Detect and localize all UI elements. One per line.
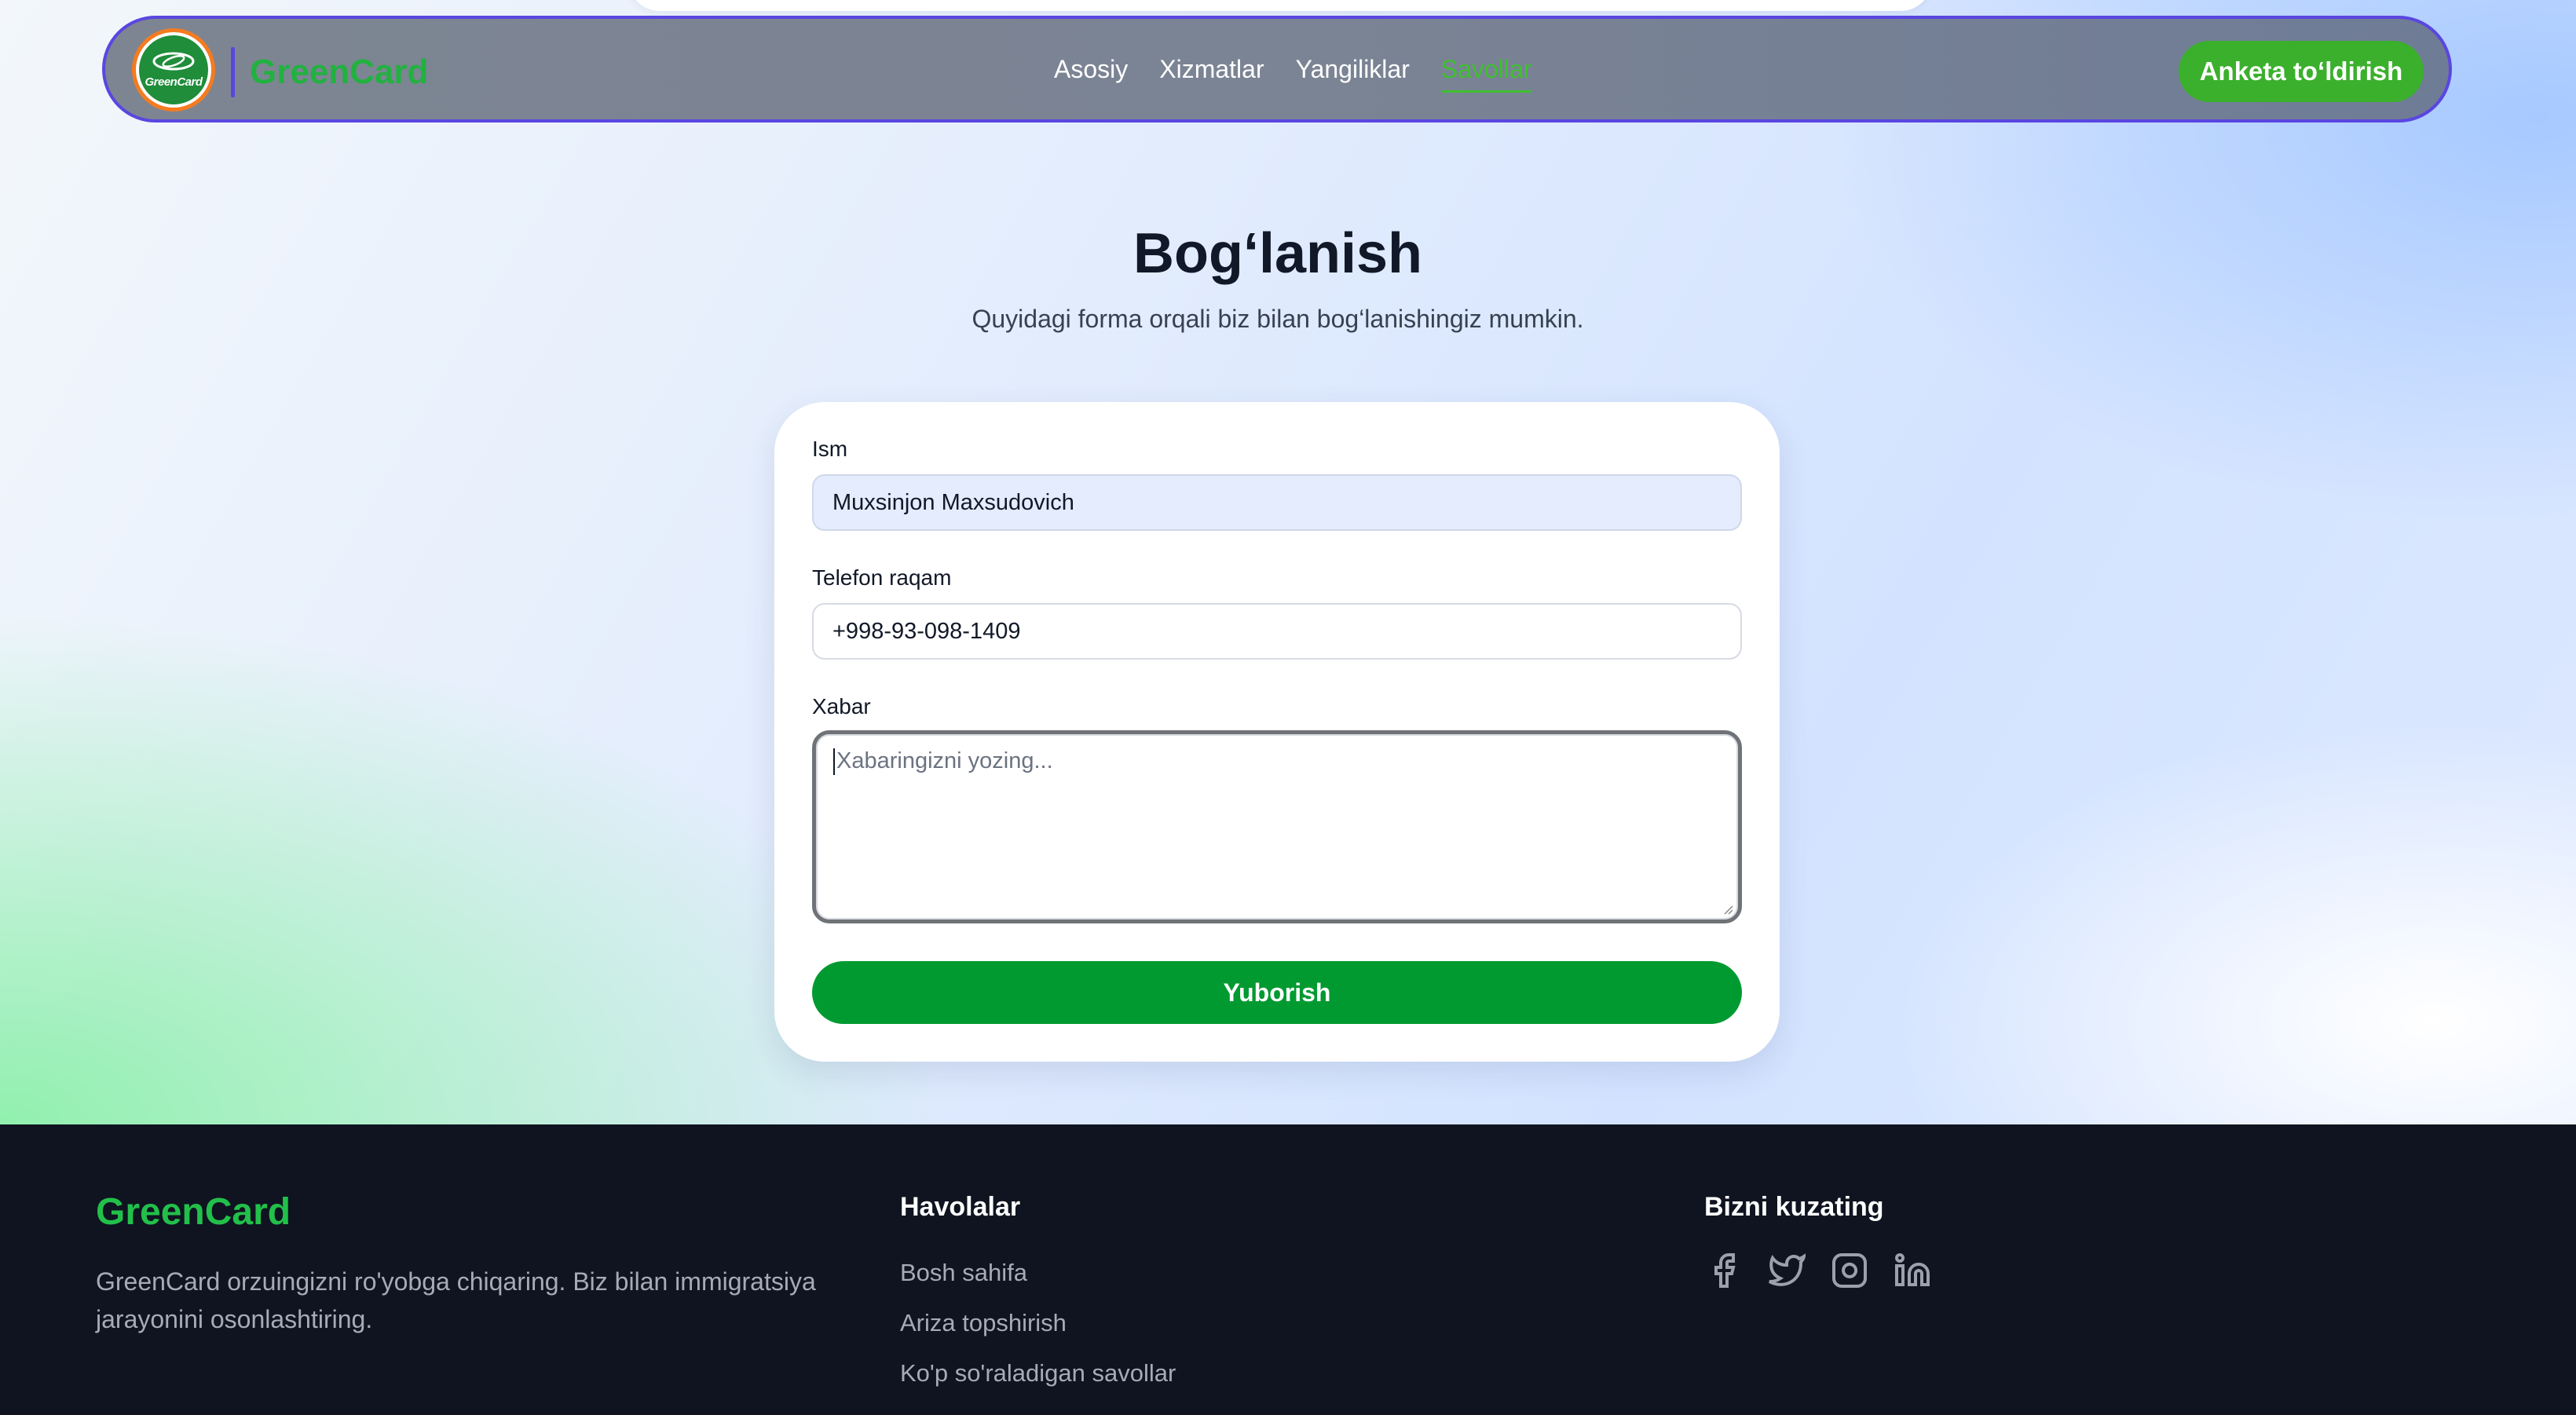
page-subtitle: Quyidagi forma orqali biz bilan bog‘lani… [971,305,1584,333]
footer-brand: GreenCard [96,1191,291,1233]
footer-link-apply[interactable]: Ariza topshirish [900,1309,1067,1337]
footer-link-faq[interactable]: Ko'p so'raladigan savollar [900,1359,1176,1388]
footer-link-home[interactable]: Bosh sahifa [900,1259,1027,1287]
social-links [1704,1251,1932,1290]
brand-name[interactable]: GreenCard [250,47,428,97]
contact-form: Ism Muxsinjon Maxsudovich Telefon raqam … [774,402,1780,1062]
fill-form-button[interactable]: Anketa to‘ldirish [2179,41,2424,102]
message-placeholder: Xabaringizni yozing... [836,748,1053,773]
navbar: GreenCard GreenCard Asosiy Xizmatlar Yan… [102,16,2452,122]
brand-logo[interactable]: GreenCard [132,28,215,112]
facebook-icon[interactable] [1704,1251,1744,1290]
name-label: Ism [812,437,848,461]
top-decoration [628,0,1932,11]
name-input[interactable]: Muxsinjon Maxsudovich [812,474,1742,531]
submit-button[interactable]: Yuborish [812,961,1742,1024]
text-caret [833,748,835,776]
linkedin-icon[interactable] [1893,1251,1932,1290]
message-label: Xabar [812,694,871,718]
swoosh-icon [152,52,195,71]
instagram-icon[interactable] [1830,1251,1869,1290]
phone-input[interactable]: +998-93-098-1409 [812,603,1742,660]
page-title: Bog‘lanish [1132,222,1422,285]
footer-description: GreenCard orzuingizni ro'yobga chiqaring… [96,1267,816,1333]
logo-text: GreenCard [145,75,203,89]
phone-label: Telefon raqam [812,565,952,590]
nav-link-savollar[interactable]: Savollar [1440,50,1531,93]
nav-link-yangiliklar[interactable]: Yangiliklar [1296,50,1410,88]
footer-links-title: Havolalar [900,1192,1021,1222]
footer-social-title: Bizni kuzating [1704,1192,1884,1222]
nav-link-asosiy[interactable]: Asosiy [1054,50,1128,88]
name-input-value: Muxsinjon Maxsudovich [832,489,1074,515]
nav-links: Asosiy Xizmatlar Yangiliklar Savollar [1054,19,1531,119]
message-textarea[interactable]: Xabaringizni yozing... [812,730,1742,923]
nav-link-xizmatlar[interactable]: Xizmatlar [1159,50,1264,88]
resize-handle-icon[interactable] [1722,904,1733,915]
phone-input-value: +998-93-098-1409 [832,618,1021,644]
twitter-icon[interactable] [1767,1251,1806,1290]
brand-divider [231,47,235,97]
